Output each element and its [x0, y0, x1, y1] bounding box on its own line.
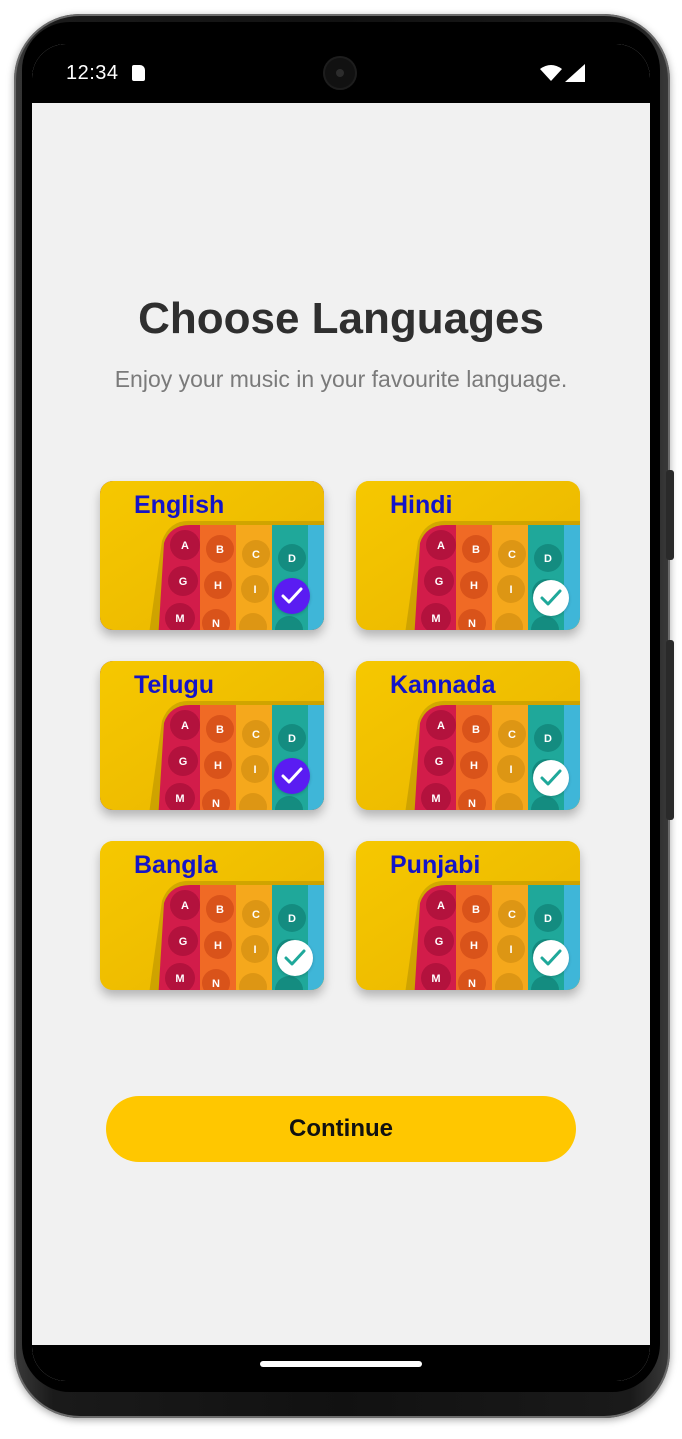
- svg-text:N: N: [468, 978, 476, 990]
- check-icon[interactable]: [274, 758, 310, 794]
- svg-text:G: G: [435, 576, 444, 588]
- svg-text:A: A: [181, 540, 189, 552]
- svg-text:C: C: [508, 729, 516, 741]
- svg-text:B: B: [216, 544, 224, 556]
- svg-text:H: H: [470, 580, 478, 592]
- navigation-bar: [32, 1345, 650, 1381]
- svg-text:I: I: [253, 944, 256, 956]
- wifi-icon: [540, 65, 562, 81]
- check-icon[interactable]: [277, 940, 313, 976]
- svg-text:G: G: [179, 756, 188, 768]
- svg-text:H: H: [214, 760, 222, 772]
- check-icon[interactable]: [533, 940, 569, 976]
- svg-text:B: B: [472, 904, 480, 916]
- svg-text:I: I: [253, 584, 256, 596]
- check-icon[interactable]: [533, 580, 569, 616]
- svg-text:D: D: [288, 553, 296, 565]
- svg-text:H: H: [470, 760, 478, 772]
- svg-text:M: M: [175, 793, 184, 805]
- svg-text:M: M: [431, 793, 440, 805]
- language-card-telugu[interactable]: A B C D G H I M N Telugu: [100, 661, 324, 810]
- svg-text:M: M: [175, 613, 184, 625]
- svg-text:D: D: [288, 733, 296, 745]
- home-indicator[interactable]: [260, 1361, 422, 1367]
- svg-text:C: C: [508, 549, 516, 561]
- sd-card-icon: [132, 65, 145, 81]
- svg-text:D: D: [544, 733, 552, 745]
- front-camera: [323, 56, 357, 90]
- svg-text:G: G: [435, 756, 444, 768]
- power-button: [666, 640, 674, 820]
- svg-text:N: N: [468, 618, 476, 630]
- status-bar: 12:34: [32, 44, 650, 103]
- svg-text:A: A: [181, 720, 189, 732]
- svg-text:G: G: [179, 936, 188, 948]
- language-card-punjabi[interactable]: A B C D G H I M N Punjabi: [356, 841, 580, 990]
- check-icon[interactable]: [274, 578, 310, 614]
- svg-text:N: N: [468, 798, 476, 810]
- svg-text:G: G: [435, 936, 444, 948]
- language-label: Kannada: [390, 671, 496, 699]
- svg-text:N: N: [212, 978, 220, 990]
- svg-text:M: M: [431, 613, 440, 625]
- svg-text:B: B: [472, 544, 480, 556]
- volume-button: [666, 470, 674, 560]
- check-icon[interactable]: [533, 760, 569, 796]
- svg-text:C: C: [508, 909, 516, 921]
- svg-text:I: I: [509, 764, 512, 776]
- svg-text:I: I: [509, 584, 512, 596]
- page-title: Choose Languages: [138, 294, 544, 343]
- svg-text:N: N: [212, 618, 220, 630]
- svg-text:A: A: [437, 720, 445, 732]
- svg-text:C: C: [252, 729, 260, 741]
- svg-text:H: H: [214, 580, 222, 592]
- signal-icon: [565, 64, 585, 82]
- svg-text:D: D: [288, 913, 296, 925]
- language-card-bangla[interactable]: A B C D G H I M N Bangla: [100, 841, 324, 990]
- language-card-english[interactable]: A B C D G H I M N English: [100, 481, 324, 630]
- svg-text:B: B: [216, 904, 224, 916]
- language-label: English: [134, 491, 225, 519]
- svg-text:H: H: [470, 940, 478, 952]
- language-card-kannada[interactable]: A B C D G H I M N Kannada: [356, 661, 580, 810]
- svg-text:A: A: [437, 900, 445, 912]
- language-label: Telugu: [134, 671, 215, 699]
- language-label: Bangla: [134, 851, 218, 879]
- language-label: Hindi: [390, 491, 453, 519]
- language-label: Punjabi: [390, 851, 481, 879]
- svg-text:A: A: [181, 900, 189, 912]
- svg-text:D: D: [544, 553, 552, 565]
- svg-text:C: C: [252, 909, 260, 921]
- page-subtitle: Enjoy your music in your favourite langu…: [114, 366, 568, 392]
- svg-text:I: I: [509, 944, 512, 956]
- status-time: 12:34: [66, 62, 119, 84]
- svg-text:A: A: [437, 540, 445, 552]
- svg-text:I: I: [253, 764, 256, 776]
- continue-button[interactable]: Continue: [106, 1096, 576, 1162]
- svg-text:C: C: [252, 549, 260, 561]
- svg-text:D: D: [544, 913, 552, 925]
- svg-text:B: B: [472, 724, 480, 736]
- screen: 12:34 Choose Languages Enjoy your music …: [32, 44, 650, 1381]
- svg-text:B: B: [216, 724, 224, 736]
- language-card-hindi[interactable]: A B C D G H I M N Hindi: [356, 481, 580, 630]
- svg-text:N: N: [212, 798, 220, 810]
- svg-text:M: M: [431, 973, 440, 985]
- svg-text:H: H: [214, 940, 222, 952]
- svg-text:M: M: [175, 973, 184, 985]
- svg-text:G: G: [179, 576, 188, 588]
